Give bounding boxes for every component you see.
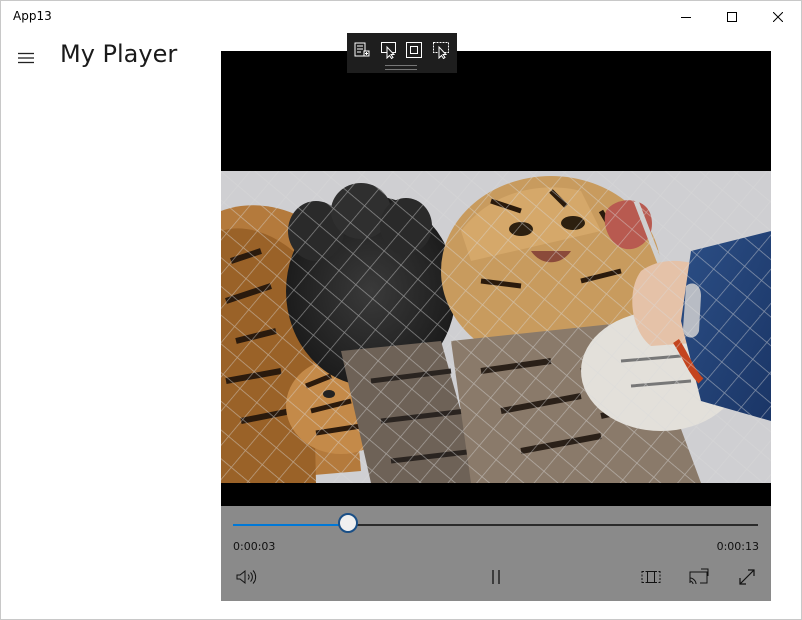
display-layout-adorners-icon [406, 42, 422, 58]
zoom-button[interactable] [636, 564, 666, 590]
pause-icon [492, 570, 500, 584]
minimize-button[interactable] [663, 1, 709, 33]
time-remaining: 0:00:13 [716, 540, 759, 553]
video-image [221, 171, 771, 483]
pause-button[interactable] [481, 564, 511, 590]
seek-bar-progress [233, 524, 349, 526]
cast-to-device-button[interactable] [684, 564, 714, 590]
toolbar-drag-handle[interactable] [385, 65, 417, 70]
media-player[interactable]: 0:00:03 0:00:13 [221, 51, 771, 601]
close-button[interactable] [755, 1, 801, 33]
window-title: App13 [13, 9, 52, 23]
page-title: My Player [60, 40, 178, 68]
close-icon [773, 12, 783, 22]
fullscreen-button[interactable] [732, 564, 762, 590]
cast-icon [689, 568, 709, 585]
minimize-icon [681, 17, 691, 18]
zoom-icon [641, 571, 661, 583]
select-element-button[interactable] [377, 39, 401, 61]
seek-bar[interactable] [233, 513, 758, 533]
hamburger-icon [18, 52, 34, 64]
transport-controls: 0:00:03 0:00:13 [221, 506, 771, 601]
app-window: App13 My Player 0:00:03 0:00:13 [0, 0, 802, 620]
seek-bar-thumb[interactable] [337, 513, 358, 533]
title-bar[interactable]: App13 [1, 1, 801, 33]
live-visual-tree-button[interactable] [350, 39, 374, 61]
hamburger-menu-button[interactable] [9, 41, 43, 75]
track-focused-element-icon [433, 42, 449, 59]
volume-button[interactable] [231, 564, 261, 590]
video-frame[interactable] [221, 171, 771, 483]
select-element-icon [381, 42, 396, 59]
time-elapsed: 0:00:03 [233, 540, 276, 553]
live-visual-tree-icon [354, 42, 370, 57]
track-focused-element-button[interactable] [429, 39, 453, 61]
volume-icon [236, 569, 257, 585]
maximize-button[interactable] [709, 1, 755, 33]
debug-toolbar [347, 33, 457, 73]
display-layout-adorners-button[interactable] [402, 39, 426, 61]
fullscreen-icon [739, 569, 755, 585]
maximize-icon [727, 12, 737, 22]
